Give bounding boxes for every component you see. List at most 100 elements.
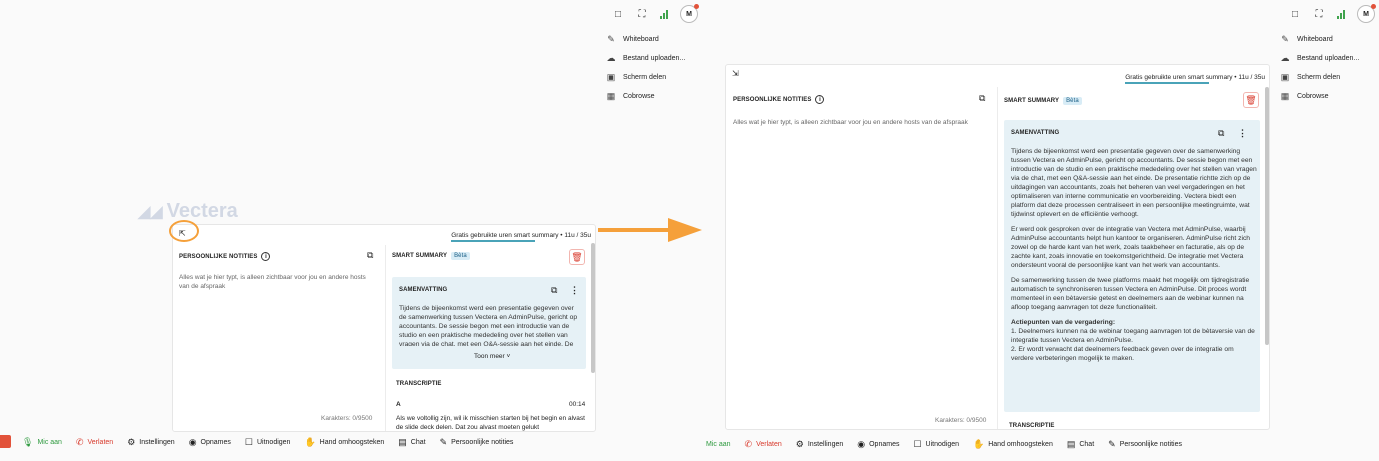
- notes-button[interactable]: ✎ Persoonlijke notities: [440, 437, 514, 448]
- raise-hand-button[interactable]: ✋ Hand omhoogsteken: [973, 439, 1053, 450]
- screen-share-button[interactable]: ▣ Scherm delen: [1280, 72, 1359, 82]
- chat-button[interactable]: ▤ Chat: [398, 437, 425, 448]
- pencil-icon: ✎: [1281, 33, 1289, 44]
- arrow-head-icon: [668, 218, 702, 242]
- copy-icon[interactable]: ⧉: [367, 250, 373, 261]
- settings-button[interactable]: ⚙ Instellingen: [796, 439, 844, 450]
- pencil-icon: ✎: [439, 437, 448, 447]
- top-toolbar-right: □ ⛶ M: [1289, 4, 1376, 23]
- column-divider: [997, 87, 998, 429]
- settings-button[interactable]: ⚙ Instellingen: [127, 437, 175, 448]
- more-options-icon[interactable]: ⋮: [570, 285, 579, 296]
- phone-icon: ✆: [75, 437, 84, 447]
- cobrowse-icon: ▦: [606, 90, 616, 101]
- char-count: Karakters: 0/9500: [935, 417, 987, 424]
- notification-dot: [694, 4, 699, 9]
- expand-highlight: [169, 220, 199, 242]
- raise-hand-button[interactable]: ✋ Hand omhoogsteken: [304, 437, 384, 448]
- notes-title: PERSOONLIJKE NOTITIES i: [733, 95, 825, 104]
- pencil-icon: ✎: [1108, 439, 1116, 449]
- more-options-icon[interactable]: ⋮: [1238, 128, 1247, 139]
- mic-button[interactable]: Mic aan: [706, 441, 731, 448]
- record-icon: ◉: [188, 437, 197, 447]
- avatar[interactable]: M: [680, 4, 699, 23]
- usage-indicator: Gratis gebruikte uren smart summary • 11…: [451, 232, 591, 242]
- cobrowse-icon: ▦: [1280, 90, 1290, 101]
- notes-panel-expanded: ⇲ Gratis gebruikte uren smart summary • …: [725, 64, 1270, 430]
- screen-share-icon: ▣: [1280, 71, 1290, 82]
- summary-paragraph: Er werd ook gesproken over de integratie…: [1011, 226, 1251, 269]
- monitor-icon[interactable]: □: [1289, 8, 1301, 20]
- transcript-title: TRANSCRIPTIE: [1009, 423, 1055, 429]
- samenvatting-title: SAMENVATTING: [1011, 130, 1060, 136]
- top-toolbar-left: □ ⛶ M: [612, 4, 699, 23]
- copy-summary-icon[interactable]: ⧉: [1218, 128, 1224, 139]
- upload-button[interactable]: ☁ Bestand uploaden...: [606, 52, 686, 63]
- signal-icon: [660, 9, 668, 19]
- summary-title: SMART SUMMARY Bèta: [1004, 97, 1082, 105]
- bottom-bar-left: 🎙 Mic aan ✆ Verlaten ⚙ Instellingen ◉ Opname…: [22, 437, 513, 448]
- invite-button[interactable]: ☐ Uitnodigen: [245, 437, 291, 448]
- side-menu-left: ✎ Whiteboard ☁ Bestand uploaden... ▣ Scherm…: [606, 34, 686, 101]
- upload-button[interactable]: ☁ Bestand uploaden...: [1280, 53, 1360, 63]
- mic-button[interactable]: 🎙 Mic aan: [22, 437, 62, 448]
- gear-icon: ⚙: [795, 439, 804, 449]
- action-item: 1. Deelnemers kunnen na de webinar toega…: [1011, 328, 1255, 344]
- avatar[interactable]: M: [1357, 4, 1376, 23]
- cobrowse-button[interactable]: ▦ Cobrowse: [1280, 91, 1359, 101]
- scrollbar[interactable]: [1265, 87, 1269, 345]
- record-button[interactable]: ◉ Opnames: [189, 437, 231, 448]
- delete-summary-button[interactable]: 🗑: [1243, 92, 1259, 108]
- summary-paragraph: Tijdens de bijeenkomst werd een presenta…: [1011, 148, 1257, 218]
- chevron-down-icon: ˅: [506, 353, 511, 360]
- transcript-title: TRANSCRIPTIE: [396, 381, 442, 387]
- screen-share-icon: ▣: [606, 71, 616, 82]
- phone-icon: ✆: [744, 439, 753, 449]
- notes-panel-small: ⇱ Gratis gebruikte uren smart summary • …: [172, 224, 596, 432]
- transcript-time: 00:14: [569, 401, 586, 408]
- leave-button[interactable]: ✆ Verlaten: [76, 437, 113, 448]
- collapse-icon[interactable]: ⇲: [732, 69, 739, 78]
- notes-textarea[interactable]: Alles wat je hier typt, is alleen zichtb…: [733, 118, 997, 127]
- record-button[interactable]: ◉ Opnames: [857, 439, 899, 450]
- hand-icon: ✋: [304, 437, 316, 447]
- copy-summary-icon[interactable]: ⧉: [551, 285, 557, 296]
- whiteboard-button[interactable]: ✎ Whiteboard: [606, 34, 685, 44]
- samenvatting-title: SAMENVATTING: [399, 287, 448, 293]
- screen-share-button[interactable]: ▣ Scherm delen: [606, 72, 685, 82]
- delete-summary-button[interactable]: 🗑: [569, 249, 585, 265]
- notes-textarea[interactable]: Alles wat je hier typt, is alleen zichtb…: [179, 273, 374, 291]
- cloud-upload-icon: ☁: [606, 52, 616, 63]
- summary-card: SAMENVATTING ⧉ ⋮ Tijdens de bijeenkomst …: [392, 277, 586, 369]
- copy-icon[interactable]: ⧉: [979, 93, 985, 104]
- chat-button[interactable]: ▤ Chat: [1067, 439, 1094, 450]
- whiteboard-button[interactable]: ✎ Whiteboard: [1280, 34, 1359, 44]
- info-icon[interactable]: i: [815, 95, 825, 104]
- summary-paragraph: De samenwerking tussen de twee platforms…: [1011, 277, 1250, 311]
- monitor-icon[interactable]: □: [612, 8, 624, 20]
- fullscreen-icon[interactable]: ⛶: [636, 8, 648, 20]
- usage-indicator: Gratis gebruikte uren smart summary • 11…: [1125, 74, 1265, 84]
- lock-icon: ☐: [913, 439, 922, 449]
- notes-button[interactable]: ✎ Persoonlijke notities: [1108, 439, 1182, 450]
- leave-button[interactable]: ✆ Verlaten: [745, 439, 782, 450]
- cobrowse-button[interactable]: ▦ Cobrowse: [606, 91, 685, 101]
- hand-icon: ✋: [973, 439, 985, 449]
- lock-icon: ☐: [244, 437, 253, 447]
- invite-button[interactable]: ☐ Uitnodigen: [913, 439, 959, 450]
- chat-icon: ▤: [1066, 439, 1076, 449]
- side-menu-right: ✎ Whiteboard ☁ Bestand uploaden... ▣ Scherm…: [1280, 34, 1360, 101]
- show-more-button[interactable]: Toon meer ˅: [474, 353, 510, 360]
- notes-title: PERSOONLIJKE NOTITIES i: [179, 252, 271, 261]
- summary-title: SMART SUMMARY Bèta: [392, 252, 470, 260]
- gear-icon: ⚙: [127, 437, 136, 447]
- pencil-icon: ✎: [607, 33, 615, 44]
- action-items-title: Actiepunten van de vergadering:: [1011, 319, 1116, 326]
- info-icon[interactable]: i: [261, 252, 271, 261]
- scrollbar[interactable]: [591, 243, 595, 373]
- stop-button-edge[interactable]: [0, 435, 11, 448]
- logo-mark-icon: ◢◢: [138, 203, 163, 221]
- chat-icon: ▤: [398, 437, 407, 447]
- fullscreen-icon[interactable]: ⛶: [1313, 8, 1325, 20]
- notification-dot: [1371, 4, 1376, 9]
